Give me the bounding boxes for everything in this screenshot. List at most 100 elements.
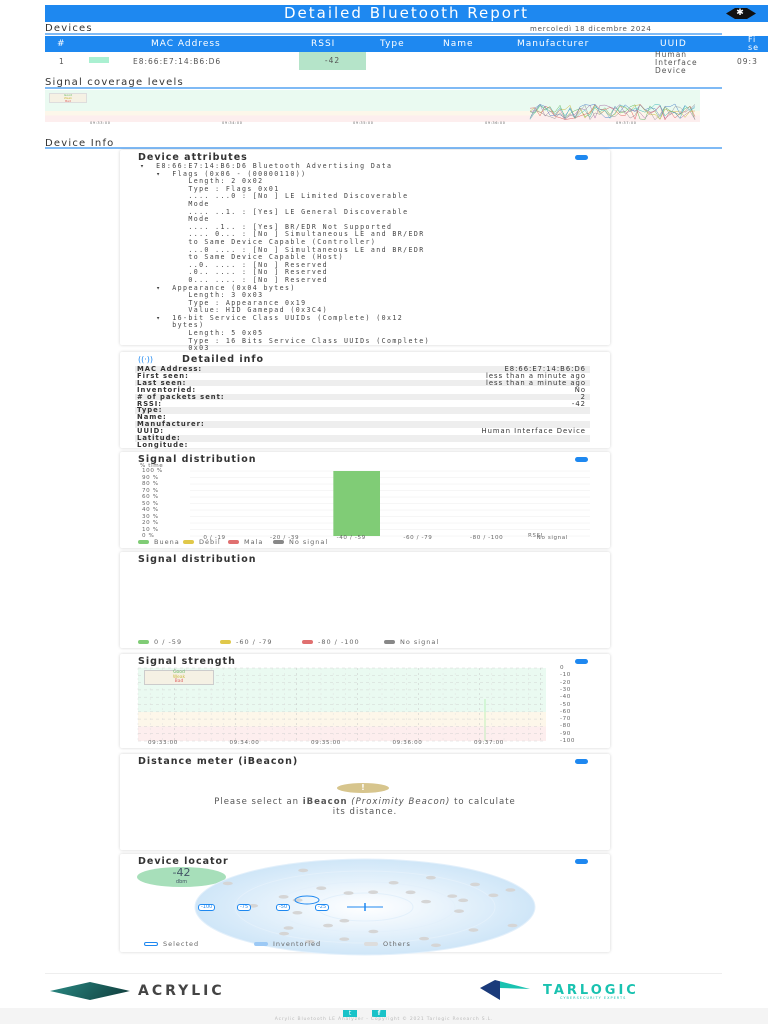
- col-name[interactable]: Name: [443, 36, 474, 52]
- info-value: less than a minute ago: [485, 378, 586, 387]
- bluetooth-icon: ✱: [726, 8, 756, 19]
- info-row: Latitude:: [135, 435, 590, 442]
- help-icon[interactable]: [575, 659, 588, 664]
- other-device-marker[interactable]: [447, 894, 458, 898]
- legend-label: No signal: [400, 638, 440, 646]
- other-device-marker[interactable]: [470, 882, 481, 887]
- other-device-marker[interactable]: [425, 875, 436, 880]
- legend-item[interactable]: Débil: [183, 538, 221, 546]
- other-device-marker[interactable]: [419, 936, 430, 941]
- x-tick: 09:33:00: [90, 121, 111, 125]
- other-device-marker[interactable]: [298, 868, 309, 873]
- x-tick: -40 / -59: [336, 535, 366, 541]
- y-tick: 60 %: [142, 494, 159, 500]
- other-device-marker[interactable]: [488, 893, 499, 898]
- other-device-marker[interactable]: [368, 929, 379, 934]
- other-device-marker[interactable]: [316, 886, 327, 890]
- x-tick: 09:34:00: [229, 740, 260, 746]
- info-row: Type:: [135, 407, 590, 415]
- card-title: Detailed info: [182, 354, 265, 365]
- other-device-marker[interactable]: [283, 926, 294, 930]
- twitter-icon[interactable]: t: [343, 1010, 357, 1017]
- device-attributes-card: Device attributes ▾ E8:66:E7:14:B6:D6 Bl…: [120, 150, 610, 367]
- other-device-marker[interactable]: [468, 928, 479, 932]
- report-title: Detailed Bluetooth Report: [283, 4, 529, 22]
- acrylic-logo-icon: [50, 982, 130, 1000]
- legend-item[interactable]: -60 / -79: [220, 638, 273, 646]
- locator-legend-item: Selected: [144, 940, 199, 948]
- coverage-lines: [529, 103, 696, 121]
- col-type[interactable]: Type: [380, 36, 405, 52]
- x-tick: -80 / -100: [470, 535, 504, 541]
- legend-item[interactable]: No signal: [273, 538, 328, 546]
- signal-strength-card: Signal strength Good Weak Bad 0 -10 -20 -30…: [120, 654, 610, 748]
- bar-2[interactable]: [333, 471, 380, 536]
- distance-meter-card: Distance meter (iBeacon) ! Please select…: [120, 754, 610, 850]
- y-tick: 30 %: [142, 513, 159, 520]
- info-row: # of packets sent: 2: [135, 393, 590, 401]
- other-device-marker[interactable]: [292, 898, 303, 902]
- other-device-marker[interactable]: [454, 909, 465, 913]
- other-device-marker[interactable]: [222, 881, 233, 886]
- legend-item[interactable]: No signal: [384, 638, 439, 646]
- other-device-marker[interactable]: [292, 910, 303, 915]
- other-device-marker[interactable]: [388, 880, 399, 885]
- info-value: -42: [571, 399, 586, 408]
- col-manufacturer[interactable]: Manufacturer: [517, 36, 589, 52]
- other-device-marker[interactable]: [421, 899, 432, 904]
- y-tick: 70 %: [142, 487, 159, 494]
- legend-swatch: [228, 540, 239, 544]
- other-device-marker[interactable]: [507, 923, 518, 928]
- signal-distribution-card: Signal distribution % time RSSI 100 % 90 …: [120, 452, 610, 548]
- device-locator-card: Device locator -42 dbm -100 -75 -50 -25 Sele…: [120, 854, 610, 956]
- tarlogic-logo-icon: [480, 980, 530, 1000]
- row-uuid: Human Interface Device: [655, 50, 698, 75]
- y-tick: -50: [560, 701, 571, 708]
- col-num[interactable]: #: [57, 36, 66, 52]
- other-device-marker[interactable]: [343, 891, 354, 895]
- y-tick: -20: [560, 679, 571, 686]
- legend-label: -60 / -79: [236, 638, 273, 646]
- x-tick: 09:37:00: [474, 740, 504, 746]
- other-device-marker[interactable]: [339, 937, 350, 941]
- x-tick: -60 / -79: [403, 535, 433, 541]
- ring-label: -25: [315, 904, 330, 911]
- legend-swatch: [273, 540, 284, 544]
- y-tick: -100: [560, 738, 576, 744]
- col-first-seen[interactable]: Fi se: [748, 36, 768, 52]
- strength-legend: Good Weak Bad: [144, 670, 214, 685]
- table-row[interactable]: 1 E8:66:E7:14:B6:D6 -42 Human Interface …: [45, 51, 768, 75]
- legend-label: No signal: [289, 538, 329, 546]
- y-tick: -70: [560, 716, 571, 723]
- help-icon[interactable]: [575, 155, 588, 160]
- other-device-marker[interactable]: [458, 898, 469, 903]
- legend-label: 0 / -59: [154, 638, 183, 646]
- x-tick: 09:33:00: [148, 740, 178, 746]
- other-device-marker[interactable]: [505, 888, 516, 892]
- divider: [45, 973, 722, 974]
- legend-item[interactable]: Buena: [138, 538, 180, 546]
- locator-radar: [194, 858, 536, 956]
- col-mac[interactable]: MAC Address: [151, 36, 221, 52]
- legend-item[interactable]: 0 / -59: [138, 638, 182, 646]
- row-num: 1: [59, 57, 65, 66]
- row-first-seen: 09:3: [737, 57, 758, 66]
- help-icon[interactable]: [575, 759, 588, 764]
- legend-item[interactable]: -80 / -100: [302, 638, 360, 646]
- locator-legend-item: Others: [364, 940, 411, 948]
- x-tick: 09:36:00: [485, 121, 506, 125]
- other-device-marker[interactable]: [279, 931, 290, 936]
- other-device-marker[interactable]: [278, 895, 289, 899]
- y-tick: 50 %: [142, 500, 159, 507]
- legend-item[interactable]: Mala: [228, 538, 263, 546]
- other-device-marker[interactable]: [430, 943, 441, 948]
- col-rssi[interactable]: RSSI: [311, 36, 335, 52]
- other-device-marker[interactable]: [405, 890, 416, 895]
- card-title: Signal strength: [138, 656, 236, 667]
- row-rssi: -42: [299, 52, 366, 70]
- legend-label: Buena: [154, 538, 180, 546]
- other-device-marker[interactable]: [368, 890, 379, 894]
- other-device-marker[interactable]: [323, 923, 334, 928]
- facebook-icon[interactable]: f: [372, 1010, 386, 1017]
- other-device-marker[interactable]: [339, 918, 350, 923]
